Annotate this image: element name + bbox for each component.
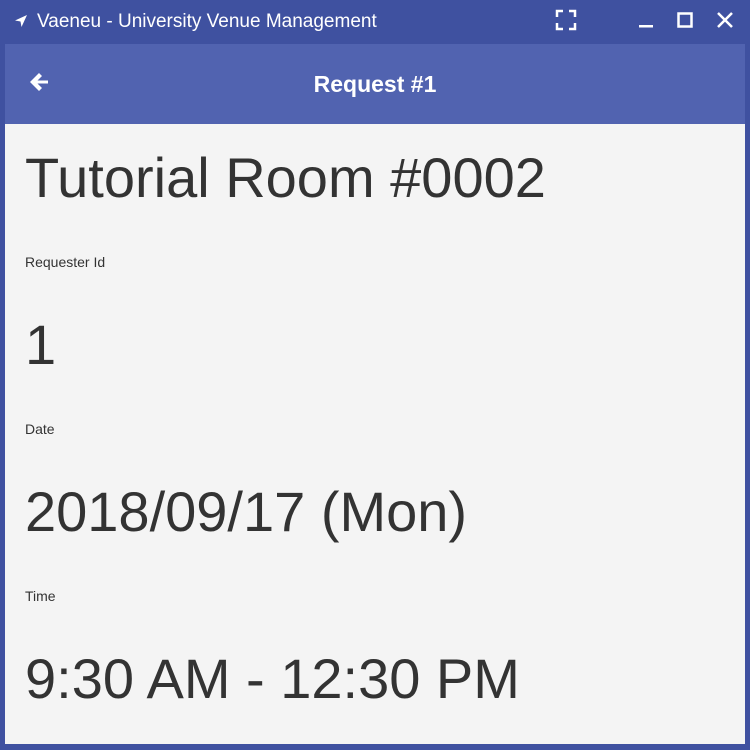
app-bar: Request #1 (5, 44, 745, 124)
date-label: Date (25, 421, 55, 437)
close-button[interactable] (711, 8, 739, 36)
close-icon (716, 11, 734, 34)
minimize-icon (637, 11, 655, 34)
arrow-left-icon (27, 70, 51, 99)
date-value: 2018/09/17 (Mon) (25, 480, 468, 543)
request-details: Tutorial Room #0002 Requester Id 1 Date … (5, 124, 745, 744)
fullscreen-button[interactable] (552, 8, 580, 36)
window-title: Vaeneu - University Venue Management (37, 11, 377, 32)
navigation-arrow-icon (13, 13, 29, 29)
page-title: Request #1 (313, 71, 437, 97)
back-button[interactable] (21, 66, 57, 102)
venue-name: Tutorial Room #0002 (25, 146, 546, 209)
time-value: 9:30 AM - 12:30 PM (25, 647, 520, 710)
app-window: Vaeneu - University Venue Management Req… (0, 0, 750, 750)
requester-id-label: Requester Id (25, 254, 106, 270)
window-titlebar[interactable]: Vaeneu - University Venue Management (0, 0, 750, 44)
time-label: Time (25, 588, 56, 604)
maximize-button[interactable] (671, 8, 699, 36)
fullscreen-icon (555, 9, 577, 36)
requester-id-value: 1 (25, 313, 57, 376)
maximize-icon (676, 11, 694, 34)
minimize-button[interactable] (632, 8, 660, 36)
